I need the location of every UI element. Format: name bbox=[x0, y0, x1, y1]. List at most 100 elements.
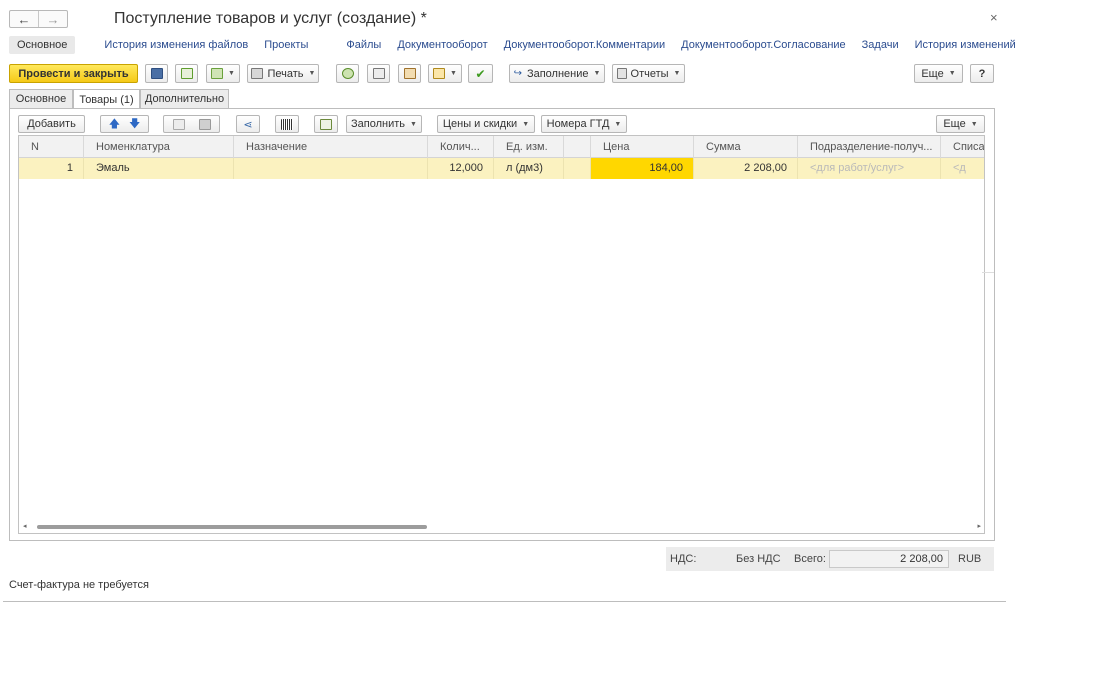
currency-label: RUB bbox=[958, 553, 982, 565]
link-projects[interactable]: Проекты bbox=[264, 39, 308, 51]
settings-button[interactable] bbox=[336, 64, 359, 83]
gear-icon bbox=[341, 68, 354, 79]
checkmark-icon: ✔ bbox=[475, 66, 486, 81]
col-purpose[interactable]: Назначение bbox=[234, 136, 428, 158]
vat-value: Без НДС bbox=[736, 553, 781, 565]
fill-table-label: Заполнить bbox=[351, 118, 406, 130]
link-document-flow-comments[interactable]: Документооборот.Комментарии bbox=[504, 39, 665, 51]
col-n[interactable]: N bbox=[19, 136, 84, 158]
col-blank[interactable] bbox=[564, 136, 591, 158]
share-button[interactable]: ⋖ bbox=[236, 115, 260, 133]
table-header: N Номенклатура Назначение Колич... Ед. и… bbox=[19, 136, 984, 158]
add-row-button[interactable]: Добавить bbox=[18, 115, 85, 133]
related-documents-icon bbox=[433, 68, 446, 79]
fill-table-button[interactable]: Заполнить ▼ bbox=[346, 115, 422, 133]
prices-discounts-button[interactable]: Цены и скидки ▼ bbox=[437, 115, 535, 133]
copy-icon[interactable] bbox=[172, 118, 185, 130]
scroll-left-icon[interactable]: ◂ bbox=[23, 522, 27, 530]
fill-menu-label: Заполнение bbox=[526, 67, 589, 80]
post-button[interactable] bbox=[175, 64, 198, 83]
link-tasks[interactable]: Задачи bbox=[862, 39, 899, 51]
post-and-close-button[interactable]: Провести и закрыть bbox=[9, 64, 138, 83]
cell-price[interactable]: 184,00 bbox=[591, 158, 694, 179]
col-department[interactable]: Подразделение-получ... bbox=[798, 136, 941, 158]
col-sum[interactable]: Сумма bbox=[694, 136, 798, 158]
copy-paste-buttons[interactable] bbox=[163, 115, 220, 133]
cell-purpose[interactable] bbox=[234, 158, 428, 179]
reports-icon bbox=[616, 68, 627, 79]
print-label: Печать bbox=[267, 67, 304, 80]
horizontal-scrollbar[interactable]: ◂ ▸ bbox=[23, 522, 981, 530]
help-button[interactable]: ? bbox=[970, 64, 994, 83]
fill-arrow-icon: ↪ bbox=[513, 68, 522, 79]
cell-quantity[interactable]: 12,000 bbox=[428, 158, 494, 179]
confirm-button[interactable]: ✔ bbox=[468, 64, 493, 83]
footer-divider bbox=[3, 601, 1006, 602]
pick-items-icon bbox=[320, 118, 332, 130]
debit-credit-button[interactable] bbox=[398, 64, 421, 83]
cell-n[interactable]: 1 bbox=[19, 158, 84, 179]
col-price[interactable]: Цена bbox=[591, 136, 694, 158]
list-icon bbox=[372, 68, 385, 79]
tab-additional[interactable]: Дополнительно bbox=[140, 89, 229, 108]
share-icon: ⋖ bbox=[243, 118, 253, 131]
resize-handle[interactable] bbox=[982, 272, 994, 273]
cell-department[interactable]: <для работ/услуг> bbox=[798, 158, 941, 179]
col-writeoff[interactable]: Списат bbox=[941, 136, 984, 158]
total-label: Всего: bbox=[794, 553, 826, 565]
cell-unit[interactable]: л (дм3) bbox=[494, 158, 564, 179]
reports-label: Отчеты bbox=[630, 67, 669, 80]
link-file-history[interactable]: История изменения файлов bbox=[104, 39, 248, 51]
link-main[interactable]: Основное bbox=[9, 35, 76, 54]
close-icon[interactable]: × bbox=[990, 10, 998, 25]
vat-label: НДС: bbox=[670, 553, 697, 565]
reports-button[interactable]: Отчеты ▼ bbox=[612, 64, 685, 83]
cell-sum[interactable]: 2 208,00 bbox=[694, 158, 798, 179]
table-more-button[interactable]: Еще ▼ bbox=[936, 115, 985, 133]
post-document-icon bbox=[180, 68, 193, 79]
printer-icon bbox=[250, 68, 263, 79]
window-title: Поступление товаров и услуг (создание) * bbox=[114, 10, 427, 27]
forward-arrow-icon[interactable]: → bbox=[38, 11, 67, 27]
paste-icon[interactable] bbox=[198, 118, 211, 130]
link-document-flow[interactable]: Документооборот bbox=[397, 39, 487, 51]
tab-main[interactable]: Основное bbox=[9, 89, 73, 108]
related-documents-button[interactable]: ▼ bbox=[428, 64, 462, 83]
col-quantity[interactable]: Колич... bbox=[428, 136, 494, 158]
col-nomenclature[interactable]: Номенклатура bbox=[84, 136, 234, 158]
link-change-history[interactable]: История изменений bbox=[915, 39, 1016, 51]
list-button[interactable] bbox=[367, 64, 390, 83]
arrow-down-icon[interactable]: 🡇 bbox=[129, 115, 140, 134]
create-based-icon bbox=[211, 68, 224, 79]
back-arrow-icon[interactable]: ← bbox=[10, 11, 38, 27]
gtd-numbers-label: Номера ГТД bbox=[546, 118, 610, 130]
history-nav: ← → bbox=[9, 10, 68, 28]
fill-menu-button[interactable]: ↪ Заполнение ▼ bbox=[509, 64, 605, 83]
col-unit[interactable]: Ед. изм. bbox=[494, 136, 564, 158]
prices-discounts-label: Цены и скидки bbox=[442, 118, 518, 130]
print-button[interactable]: Печать ▼ bbox=[247, 64, 319, 83]
arrow-up-icon[interactable]: 🡅 bbox=[109, 115, 120, 134]
table-row[interactable]: 1 Эмаль 12,000 л (дм3) 184,00 2 208,00 <… bbox=[19, 158, 984, 179]
more-label: Еще bbox=[921, 67, 944, 80]
scroll-right-icon[interactable]: ▸ bbox=[977, 522, 981, 530]
save-icon bbox=[150, 68, 163, 79]
barcode-button[interactable] bbox=[275, 115, 299, 133]
scrollbar-thumb[interactable] bbox=[37, 525, 427, 529]
move-row-buttons[interactable]: 🡅 🡇 bbox=[100, 115, 149, 133]
save-button[interactable] bbox=[145, 64, 168, 83]
cell-writeoff[interactable]: <д bbox=[941, 158, 984, 179]
link-document-flow-approval[interactable]: Документооборот.Согласование bbox=[681, 39, 845, 51]
barcode-icon bbox=[281, 118, 293, 130]
table-more-label: Еще bbox=[943, 118, 966, 130]
link-files[interactable]: Файлы bbox=[346, 39, 381, 51]
more-button[interactable]: Еще ▼ bbox=[914, 64, 963, 83]
total-value: 2 208,00 bbox=[829, 550, 949, 568]
tab-goods[interactable]: Товары (1) bbox=[73, 89, 140, 109]
form-navigation-links: Основное История изменения файлов Проект… bbox=[9, 35, 1032, 54]
cell-nomenclature[interactable]: Эмаль bbox=[84, 158, 234, 179]
create-based-on-button[interactable]: ▼ bbox=[206, 64, 240, 83]
cell-blank[interactable] bbox=[564, 158, 591, 179]
gtd-numbers-button[interactable]: Номера ГТД ▼ bbox=[541, 115, 627, 133]
pick-items-button[interactable] bbox=[314, 115, 338, 133]
